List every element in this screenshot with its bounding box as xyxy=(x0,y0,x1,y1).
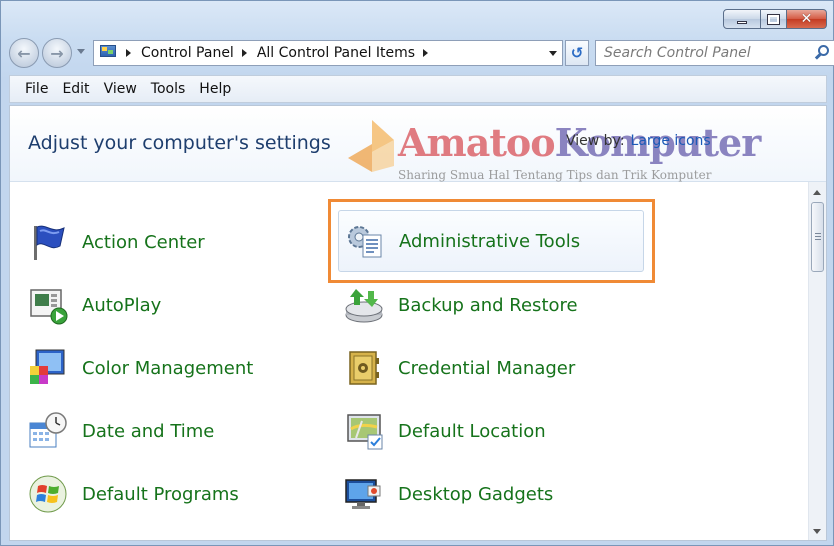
item-label: Credential Manager xyxy=(398,357,576,379)
breadcrumb-separator-icon[interactable] xyxy=(423,49,429,57)
address-dropdown-button[interactable] xyxy=(544,41,562,65)
watermark-logo-icon xyxy=(348,120,394,172)
scroll-down-icon[interactable] xyxy=(813,529,821,534)
backup-icon xyxy=(342,283,386,327)
search-box xyxy=(595,40,834,66)
search-icon[interactable] xyxy=(812,42,834,64)
item-autoplay[interactable]: AutoPlay xyxy=(26,279,161,331)
minimize-button[interactable] xyxy=(723,9,761,29)
view-by: View by: Large icons xyxy=(566,133,711,149)
breadcrumb-all-items[interactable]: All Control Panel Items xyxy=(257,45,415,61)
item-label: Default Location xyxy=(398,420,546,442)
item-backup-and-restore[interactable]: Backup and Restore xyxy=(342,279,578,331)
page-title: Adjust your computer's settings xyxy=(28,132,331,154)
header-band: Adjust your computer's settings AmatooKo… xyxy=(10,106,826,182)
breadcrumb-control-panel[interactable]: Control Panel xyxy=(141,45,234,61)
menu-view[interactable]: View xyxy=(97,78,144,100)
scroll-thumb[interactable] xyxy=(811,202,824,272)
close-icon: ✕ xyxy=(800,11,813,27)
item-action-center[interactable]: Action Center xyxy=(26,216,205,268)
close-button[interactable]: ✕ xyxy=(787,9,827,29)
chevron-down-icon xyxy=(549,50,557,56)
item-default-location[interactable]: Default Location xyxy=(342,405,546,457)
recent-pages-dropdown[interactable] xyxy=(77,49,85,54)
item-label: Action Center xyxy=(82,231,205,253)
back-arrow-icon: ← xyxy=(17,43,31,63)
maximize-button[interactable] xyxy=(761,9,787,29)
gadgets-icon xyxy=(342,472,386,516)
menu-bar: File Edit View Tools Help xyxy=(9,75,827,103)
forward-arrow-icon: → xyxy=(50,43,64,63)
location-icon xyxy=(342,409,386,453)
item-color-management[interactable]: Color Management xyxy=(26,342,253,394)
watermark-brand-a: Amatoo xyxy=(398,120,556,165)
forward-button[interactable]: → xyxy=(42,38,72,68)
item-label: Date and Time xyxy=(82,420,215,442)
navigation-bar: ← → Control Panel All Control Panel Item… xyxy=(9,37,834,69)
menu-help[interactable]: Help xyxy=(192,78,238,100)
menu-edit[interactable]: Edit xyxy=(55,78,96,100)
calendar-clock-icon xyxy=(26,409,70,453)
minimize-icon xyxy=(737,20,747,24)
item-date-and-time[interactable]: Date and Time xyxy=(26,405,214,457)
address-bar[interactable]: Control Panel All Control Panel Items xyxy=(93,40,563,66)
autoplay-icon xyxy=(26,283,70,327)
view-by-dropdown[interactable]: Large icons xyxy=(631,133,711,149)
flag-icon xyxy=(26,220,70,264)
vertical-scrollbar[interactable] xyxy=(808,182,826,540)
menu-file[interactable]: File xyxy=(18,78,55,100)
color-management-icon xyxy=(26,346,70,390)
control-panel-icon xyxy=(100,45,118,61)
safe-icon xyxy=(342,346,386,390)
item-label: Desktop Gadgets xyxy=(398,483,554,505)
view-by-label: View by: xyxy=(566,133,625,149)
breadcrumb-separator-icon[interactable] xyxy=(241,49,247,57)
windows-orb-icon xyxy=(26,472,70,516)
control-panel-window: ✕ ← → Control Panel All Control Panel It… xyxy=(0,0,834,546)
item-desktop-gadgets[interactable]: Desktop Gadgets xyxy=(342,468,553,520)
watermark-tagline: Sharing Smua Hal Tentang Tips dan Trik K… xyxy=(398,168,712,182)
breadcrumb-separator-icon[interactable] xyxy=(126,49,131,57)
item-credential-manager[interactable]: Credential Manager xyxy=(342,342,575,394)
maximize-icon xyxy=(767,13,780,25)
item-label: Default Programs xyxy=(82,483,239,505)
back-button[interactable]: ← xyxy=(9,38,39,68)
caption-buttons: ✕ xyxy=(723,9,827,29)
item-label: Backup and Restore xyxy=(398,294,578,316)
item-default-programs[interactable]: Default Programs xyxy=(26,468,239,520)
refresh-button[interactable]: ↺ xyxy=(565,40,589,66)
highlight-box xyxy=(328,199,655,283)
item-label: AutoPlay xyxy=(82,294,162,316)
item-label: Color Management xyxy=(82,357,254,379)
scroll-up-icon[interactable] xyxy=(813,190,821,195)
refresh-icon: ↺ xyxy=(570,44,584,62)
search-input[interactable] xyxy=(596,42,812,64)
watermark-logo: AmatooKomputer Sharing Smua Hal Tentang … xyxy=(336,118,761,182)
menu-tools[interactable]: Tools xyxy=(144,78,193,100)
content-pane: Adjust your computer's settings AmatooKo… xyxy=(9,105,827,541)
